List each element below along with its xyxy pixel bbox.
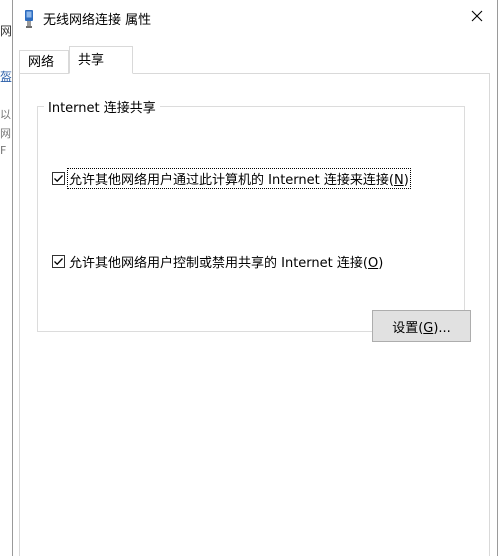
background-text-fragment: F [0, 144, 7, 157]
checkmark-icon [54, 257, 63, 265]
background-text-fragment: 盔 [0, 70, 12, 84]
background-window-strip: 网 盔 以 网 F [0, 0, 12, 556]
background-text-fragment: 网 [0, 24, 12, 38]
close-icon [471, 10, 483, 26]
background-text-fragment: 以 [0, 108, 11, 121]
properties-dialog: 无线网络连接 属性 网络 共享 Internet 连接共享 允许其他网络用户通过… [12, 0, 498, 556]
allow-control-label: 允许其他网络用户控制或禁用共享的 Internet 连接(O) [69, 255, 384, 271]
allow-control-option[interactable]: 允许其他网络用户控制或禁用共享的 Internet 连接(O) [52, 252, 384, 271]
settings-button[interactable]: 设置(G)... [372, 310, 471, 342]
allow-connect-checkbox[interactable] [52, 171, 65, 185]
checkmark-icon [54, 174, 63, 182]
tab-network[interactable]: 网络 [19, 50, 69, 73]
allow-connect-label: 允许其他网络用户通过此计算机的 Internet 连接来连接(N) [67, 167, 411, 189]
allow-connect-option[interactable]: 允许其他网络用户通过此计算机的 Internet 连接来连接(N) [52, 167, 411, 189]
dialog-titlebar[interactable]: 无线网络连接 属性 [13, 0, 497, 36]
internet-connection-sharing-group: Internet 连接共享 允许其他网络用户通过此计算机的 Internet 连… [37, 97, 471, 342]
group-legend: Internet 连接共享 [44, 97, 160, 116]
background-text-fragment: 网 [0, 127, 11, 140]
network-adapter-icon [23, 9, 35, 29]
sharing-tab-panel: Internet 连接共享 允许其他网络用户通过此计算机的 Internet 连… [19, 73, 490, 556]
allow-control-checkbox[interactable] [52, 254, 65, 268]
close-button[interactable] [465, 6, 489, 30]
settings-button-label: 设置(G)... [392, 320, 451, 336]
dialog-title: 无线网络连接 属性 [43, 13, 152, 28]
tab-sharing[interactable]: 共享 [69, 46, 133, 74]
